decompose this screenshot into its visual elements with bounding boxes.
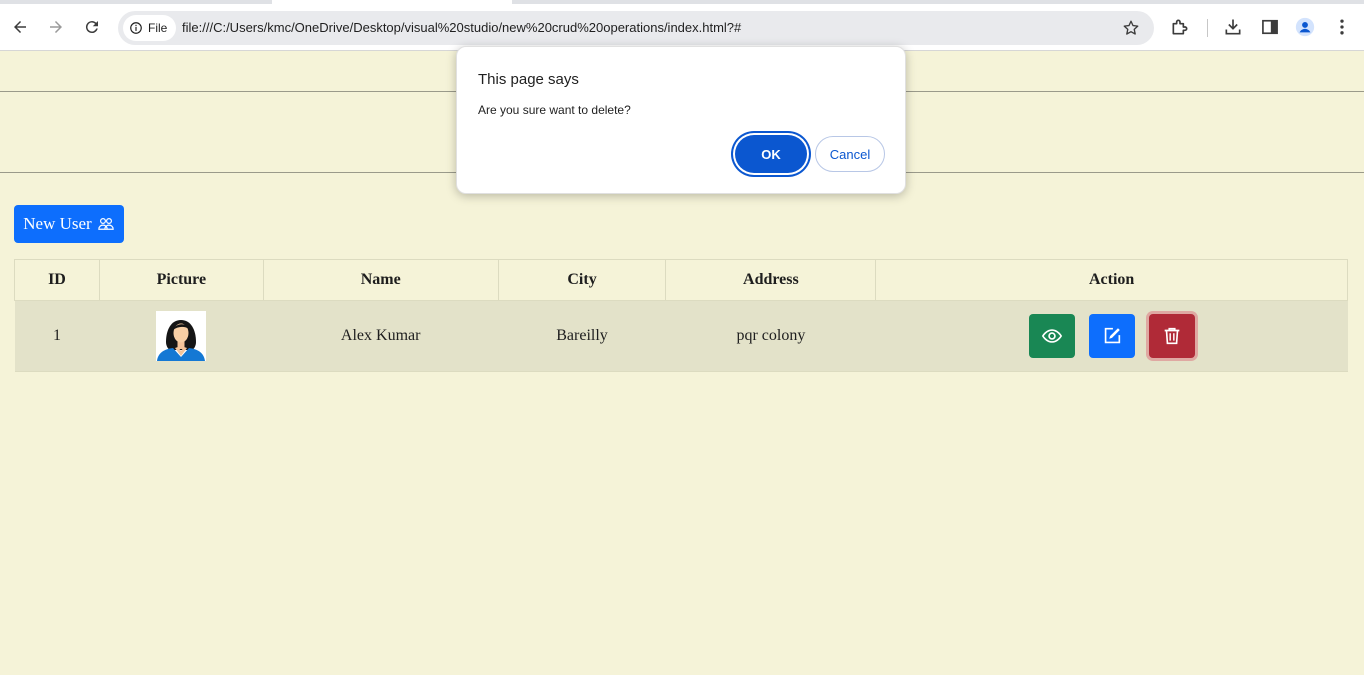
eye-icon bbox=[1041, 329, 1062, 343]
cell-city: Bareilly bbox=[498, 300, 666, 372]
toolbar-separator bbox=[1207, 19, 1208, 37]
users-icon bbox=[97, 218, 114, 230]
view-button[interactable] bbox=[1028, 314, 1075, 358]
browser-menu-button[interactable] bbox=[1331, 16, 1353, 38]
edit-button[interactable] bbox=[1088, 314, 1135, 358]
browser-toolbar: File file:///C:/Users/kmc/OneDrive/Deskt… bbox=[0, 4, 1364, 51]
side-panel-button[interactable] bbox=[1259, 16, 1281, 38]
header-city: City bbox=[497, 259, 667, 301]
edit-icon bbox=[1104, 327, 1120, 344]
extensions-icon bbox=[1172, 19, 1188, 35]
cell-picture bbox=[99, 300, 264, 372]
header-picture: Picture bbox=[98, 259, 264, 301]
back-button[interactable] bbox=[5, 12, 35, 42]
forward-icon bbox=[50, 21, 62, 33]
action-buttons bbox=[876, 314, 1348, 358]
side-panel-icon bbox=[1262, 19, 1278, 35]
star-icon[interactable] bbox=[1122, 19, 1140, 37]
site-info-chip[interactable]: File bbox=[123, 15, 177, 41]
header-name: Name bbox=[262, 259, 499, 301]
dialog-message: Are you sure want to delete? bbox=[478, 103, 631, 117]
user-avatar bbox=[156, 311, 207, 361]
downloads-button[interactable] bbox=[1222, 16, 1244, 38]
confirm-dialog: This page says Are you sure want to dele… bbox=[456, 46, 906, 194]
reload-button[interactable] bbox=[77, 12, 107, 42]
new-user-label: New User bbox=[23, 214, 92, 233]
cell-id: 1 bbox=[14, 300, 100, 372]
profile-icon bbox=[1295, 17, 1315, 37]
cell-name: Alex Kumar bbox=[263, 300, 499, 372]
info-icon bbox=[130, 22, 142, 34]
url-text[interactable]: file:///C:/Users/kmc/OneDrive/Desktop/vi… bbox=[182, 11, 741, 45]
download-icon bbox=[1225, 19, 1241, 35]
address-bar[interactable]: File file:///C:/Users/kmc/OneDrive/Deskt… bbox=[118, 11, 1154, 45]
ok-button[interactable]: OK bbox=[735, 135, 807, 173]
new-user-button[interactable]: New User bbox=[14, 205, 124, 243]
cell-address: pqr colony bbox=[665, 300, 876, 372]
dialog-title: This page says bbox=[478, 71, 579, 88]
forward-button[interactable] bbox=[41, 12, 71, 42]
header-id: ID bbox=[14, 259, 100, 301]
profile-button[interactable] bbox=[1294, 16, 1316, 38]
header-action: Action bbox=[875, 259, 1348, 301]
trash-icon bbox=[1164, 327, 1179, 345]
users-table: ID Picture Name City Address Action 1 Al… bbox=[14, 259, 1348, 372]
cancel-button[interactable]: Cancel bbox=[815, 136, 885, 172]
site-chip-label: File bbox=[148, 21, 168, 35]
cell-action bbox=[875, 300, 1348, 372]
extensions-button[interactable] bbox=[1169, 16, 1191, 38]
back-icon bbox=[14, 21, 26, 33]
table-header-row: ID Picture Name City Address Action bbox=[14, 259, 1348, 301]
header-address: Address bbox=[665, 259, 877, 301]
menu-icon bbox=[1340, 19, 1344, 35]
reload-icon bbox=[85, 21, 98, 34]
delete-button[interactable] bbox=[1148, 314, 1195, 358]
table-row: 1 Alex Kumar Bareilly pqr colony bbox=[14, 300, 1348, 372]
